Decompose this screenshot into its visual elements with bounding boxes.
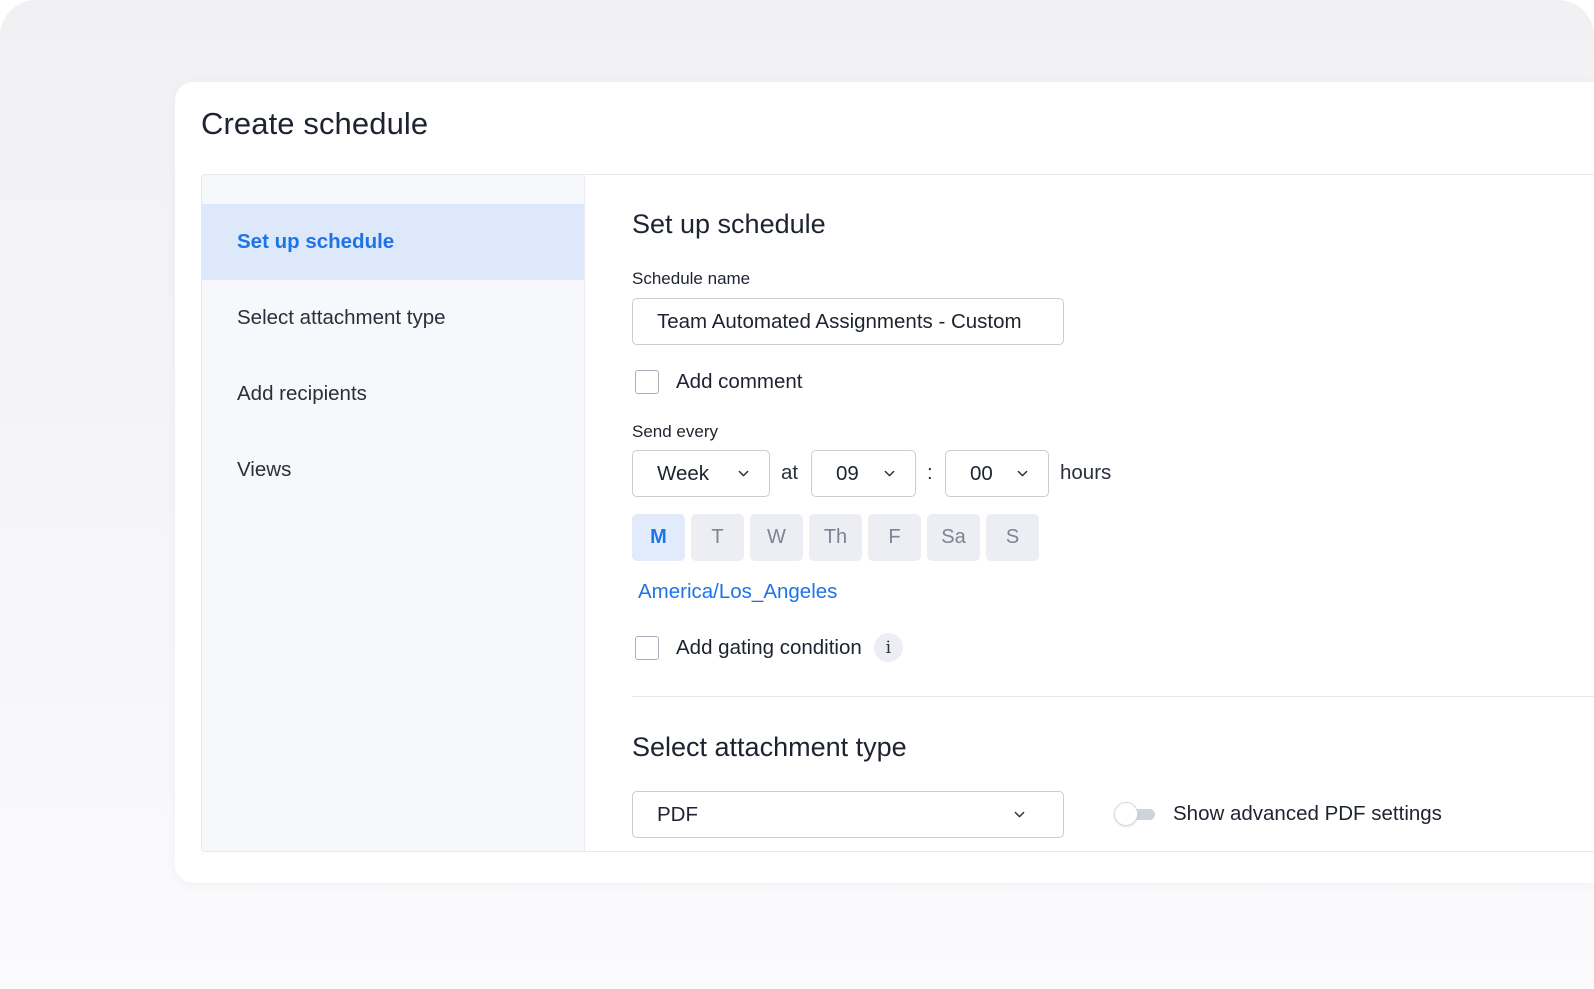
schedule-form: Set up schedule Schedule name Team Autom… [585,175,1594,851]
section-title-set-up-schedule: Set up schedule [632,209,826,239]
advanced-pdf-settings-toggle[interactable] [1114,802,1157,826]
chevron-down-icon [738,468,749,479]
attachment-type-select[interactable]: PDF [632,791,1064,838]
minute-select[interactable]: 00 [945,450,1049,497]
chevron-down-icon [1014,809,1025,820]
window-frame: Create schedule Set up schedule Select a… [0,0,1594,989]
sidebar-item-add-recipients[interactable]: Add recipients [202,356,584,432]
day-button-tuesday[interactable]: T [691,514,744,561]
day-button-monday[interactable]: M [632,514,685,561]
hours-label: hours [1060,461,1112,484]
frequency-value: Week [657,461,710,485]
sidebar-item-label: Select attachment type [237,306,446,329]
hour-select[interactable]: 09 [811,450,916,497]
section-divider [632,696,1594,697]
hour-value: 09 [836,461,859,485]
dialog-content: Set up schedule Select attachment type A… [201,174,1594,852]
toggle-knob [1114,802,1138,826]
day-button-friday[interactable]: F [868,514,921,561]
sidebar-item-label: Set up schedule [237,230,395,253]
day-button-sunday[interactable]: S [986,514,1039,561]
advanced-pdf-settings-label: Show advanced PDF settings [1173,802,1442,825]
gating-condition-row: Add gating condition i [632,633,903,662]
section-title-select-attachment-type: Select attachment type [632,732,907,762]
attachment-type-value: PDF [657,802,698,826]
add-comment-checkbox[interactable] [635,370,659,394]
dialog-title: Create schedule [201,106,429,141]
gating-condition-checkbox[interactable] [635,635,659,660]
weekday-picker: M T W Th F Sa S [632,514,1045,561]
gating-condition-label: Add gating condition [676,635,862,659]
sidebar-item-select-attachment-type[interactable]: Select attachment type [202,280,584,356]
sidebar-item-label: Views [237,458,292,481]
frequency-select[interactable]: Week [632,450,770,497]
at-label: at [781,461,799,484]
steps-sidebar: Set up schedule Select attachment type A… [202,175,585,851]
minute-value: 00 [970,461,993,485]
day-button-wednesday[interactable]: W [750,514,803,561]
schedule-name-label: Schedule name [632,269,751,288]
add-comment-row: Add comment [632,370,802,394]
schedule-name-input[interactable]: Team Automated Assignments - Custom [632,298,1064,345]
schedule-name-value: Team Automated Assignments - Custom [657,309,1022,333]
create-schedule-dialog: Create schedule Set up schedule Select a… [175,82,1594,883]
sidebar-item-set-up-schedule[interactable]: Set up schedule [202,204,584,280]
day-button-thursday[interactable]: Th [809,514,862,561]
day-button-saturday[interactable]: Sa [927,514,980,561]
sidebar-item-views[interactable]: Views [202,432,584,508]
chevron-down-icon [884,468,895,479]
chevron-down-icon [1017,468,1028,479]
send-every-label: Send every [632,422,718,441]
info-icon[interactable]: i [873,633,903,662]
sidebar-item-label: Add recipients [237,382,367,405]
add-comment-label: Add comment [676,370,803,393]
time-separator: : [927,461,933,484]
timezone-link[interactable]: America/Los_Angeles [638,580,837,604]
